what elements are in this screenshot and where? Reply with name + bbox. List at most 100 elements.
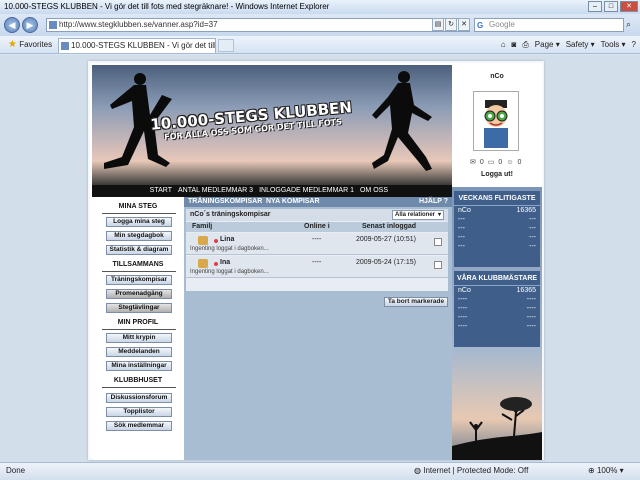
mail-icon[interactable]: ✉ bbox=[470, 158, 476, 167]
menu-section-steps: MINA STEG bbox=[118, 203, 158, 210]
champion-value: ---- bbox=[526, 323, 536, 330]
champion-value: 16365 bbox=[516, 287, 536, 294]
toplists-button[interactable]: Topplistor bbox=[106, 407, 172, 417]
browser-content: 10.000-STEGS KLUBBEN FÖR ALLA OSS SOM GÖ… bbox=[0, 55, 640, 462]
list-item: nCo 16365 bbox=[454, 286, 540, 295]
divider bbox=[102, 213, 176, 214]
list-item: ---- ---- bbox=[454, 295, 540, 304]
messages-button[interactable]: Meddelanden bbox=[106, 347, 172, 357]
weekly-name: --- bbox=[458, 225, 465, 232]
tools-menu[interactable]: Tools ▾ bbox=[601, 39, 626, 50]
log-steps-button[interactable]: Logga mina steg bbox=[106, 217, 172, 227]
maximize-button[interactable]: □ bbox=[604, 1, 618, 12]
search-icon[interactable]: ⌕ bbox=[626, 19, 638, 31]
friend-name[interactable]: Ina bbox=[220, 259, 230, 266]
zoom-level[interactable]: ⊕ 100% ▾ bbox=[588, 463, 624, 479]
forum-button[interactable]: Diskussionsforum bbox=[106, 393, 172, 403]
list-item: --- --- bbox=[454, 242, 540, 251]
stop-icon[interactable]: ✕ bbox=[458, 18, 470, 31]
new-tab-button[interactable] bbox=[218, 39, 234, 52]
table-row[interactable]: Ina ---- 2009-05-24 (17:15) Ingenting lo… bbox=[186, 256, 448, 278]
security-zone[interactable]: ◍ Internet | Protected Mode: Off bbox=[414, 463, 528, 479]
walking-club-button[interactable]: Promenadgäng bbox=[106, 289, 172, 299]
training-pals-button[interactable]: Träningskompisar bbox=[106, 275, 172, 285]
main-area: TRÄNINGSKOMPISAR NYA KOMPISAR HJÄLP ? nC… bbox=[184, 197, 452, 460]
panel-title-text: nCo´s träningskompisar bbox=[190, 211, 271, 218]
divider bbox=[102, 387, 176, 388]
panel-title: nCo´s träningskompisar Alla relationer ▾ bbox=[186, 209, 448, 221]
page-icon bbox=[49, 21, 57, 29]
friend-diary-note: Ingenting loggat i dagboken... bbox=[190, 269, 269, 275]
delete-selected-button[interactable]: Ta bort markerade bbox=[384, 297, 448, 307]
stats-button[interactable]: Statistik & diagram bbox=[106, 245, 172, 255]
status-bar: Done ◍ Internet | Protected Mode: Off ⊕ … bbox=[0, 462, 640, 480]
menu-section-clubhouse: KLUBBHUSET bbox=[113, 377, 163, 384]
nav-about[interactable]: OM OSS bbox=[360, 186, 388, 196]
zoom-icon: ⊕ bbox=[588, 466, 595, 475]
home-icon[interactable]: ⌂ bbox=[501, 39, 506, 50]
google-icon: G bbox=[477, 21, 484, 30]
favorites-label: Favorites bbox=[19, 40, 53, 49]
friend-icon[interactable]: ☺ bbox=[506, 158, 513, 167]
weekly-name[interactable]: nCo bbox=[458, 206, 471, 215]
champion-name: ---- bbox=[458, 314, 468, 321]
friend-checkbox[interactable] bbox=[434, 261, 442, 269]
window-title: 10.000-STEGS KLUBBEN - Vi gör det till f… bbox=[4, 2, 330, 11]
table-row[interactable]: Lina ---- 2009-05-27 (10:51) Ingenting l… bbox=[186, 233, 448, 255]
nav-members[interactable]: ANTAL MEDLEMMAR 3 bbox=[178, 186, 253, 196]
settings-button[interactable]: Mina inställningar bbox=[106, 361, 172, 371]
profile-name[interactable]: nCo bbox=[452, 73, 542, 80]
forward-icon[interactable]: ▶ bbox=[22, 17, 38, 33]
tab-new-pals[interactable]: NYA KOMPISAR bbox=[266, 198, 320, 205]
friend-last-login: 2009-05-27 (10:51) bbox=[356, 236, 416, 243]
avatar[interactable] bbox=[473, 91, 519, 151]
weekly-name: --- bbox=[458, 216, 465, 223]
search-input[interactable]: G Google bbox=[474, 18, 624, 32]
browser-tab[interactable]: 10.000-STEGS KLUBBEN - Vi gör det till f… bbox=[58, 38, 216, 53]
page-menu[interactable]: Page ▾ bbox=[535, 39, 560, 50]
list-item: ---- ---- bbox=[454, 304, 540, 313]
friends-table-header: Familj Online i Senast inloggad bbox=[186, 222, 448, 232]
status-text: Done bbox=[6, 466, 26, 475]
refresh-icon[interactable]: ↻ bbox=[445, 18, 457, 31]
logout-link[interactable]: Logga ut! bbox=[452, 171, 542, 178]
friend-avatar-icon[interactable] bbox=[198, 236, 208, 245]
champion-name[interactable]: nCo bbox=[458, 286, 471, 295]
print-icon[interactable]: ⎙ bbox=[522, 39, 528, 50]
feeds-icon[interactable]: ◙ bbox=[512, 39, 517, 50]
zoom-value: 100% bbox=[596, 466, 618, 475]
tab-training-pals[interactable]: TRÄNINGSKOMPISAR bbox=[188, 198, 262, 205]
relation-filter-value: Alla relationer bbox=[395, 212, 436, 218]
safety-menu[interactable]: Safety ▾ bbox=[566, 39, 595, 50]
message-icon[interactable]: ▭ bbox=[488, 158, 495, 167]
champion-value: ---- bbox=[526, 296, 536, 303]
weekly-value: --- bbox=[529, 216, 536, 223]
address-bar[interactable]: http://www.stegklubben.se/vanner.asp?id=… bbox=[46, 18, 470, 32]
favorites-button[interactable]: ★ Favorites bbox=[8, 39, 52, 50]
step-contests-button[interactable]: Stegtävlingar bbox=[106, 303, 172, 313]
friend-avatar-icon[interactable] bbox=[198, 259, 208, 268]
friend-checkbox[interactable] bbox=[434, 238, 442, 246]
relation-filter-select[interactable]: Alla relationer ▾ bbox=[392, 210, 444, 220]
tabs-row: TRÄNINGSKOMPISAR NYA KOMPISAR HJÄLP ? bbox=[184, 197, 452, 207]
nav-start[interactable]: START bbox=[150, 186, 172, 196]
help-menu[interactable]: ? bbox=[632, 39, 636, 50]
right-column: VECKANS FLITIGASTE nCo 16365 --- --- --- --… bbox=[452, 187, 542, 460]
search-members-button[interactable]: Sök medlemmar bbox=[106, 421, 172, 431]
friend-name[interactable]: Lina bbox=[220, 236, 234, 243]
back-icon[interactable]: ◀ bbox=[4, 17, 20, 33]
nav-logged-in[interactable]: INLOGGADE MEDLEMMAR 1 bbox=[259, 186, 354, 196]
minimize-button[interactable]: – bbox=[588, 1, 602, 12]
my-den-button[interactable]: Mitt krypin bbox=[106, 333, 172, 343]
compat-icon[interactable]: ▤ bbox=[432, 18, 444, 31]
step-diary-button[interactable]: Min stegdagbok bbox=[106, 231, 172, 241]
weekly-name: --- bbox=[458, 243, 465, 250]
close-button[interactable]: ✕ bbox=[620, 1, 638, 12]
list-item: --- --- bbox=[454, 215, 540, 224]
friend-online: ---- bbox=[312, 259, 322, 266]
weekly-value: --- bbox=[529, 243, 536, 250]
help-link[interactable]: HJÄLP ? bbox=[419, 198, 448, 205]
col-last-login: Senast inloggad bbox=[362, 223, 417, 230]
friend-last-login: 2009-05-24 (17:15) bbox=[356, 259, 416, 266]
weekly-top-box: VECKANS FLITIGASTE nCo 16365 --- --- --- --… bbox=[454, 191, 540, 267]
